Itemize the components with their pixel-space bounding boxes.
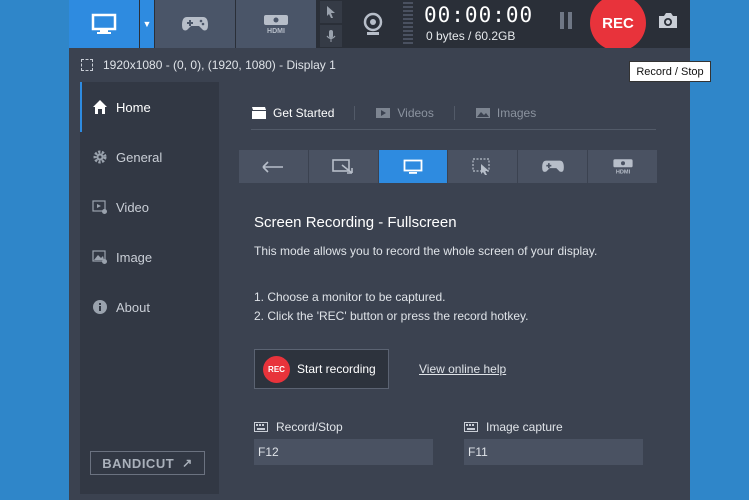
selection-area-icon [81,59,93,71]
capture-area-bar: 1920x1080 - (0, 0), (1920, 1080) - Displ… [69,48,690,82]
rec-button[interactable]: REC [590,0,646,51]
hdmi-mode-button[interactable]: HDMI [236,0,316,48]
tab-get-started[interactable]: Get Started [251,102,354,124]
gamepad-icon [182,17,208,31]
keyboard-icon [464,422,478,432]
mode-game-button[interactable] [518,150,588,183]
main-content: Get Started Videos Images HDMI Screen Re… [219,82,690,494]
image-settings-icon [92,250,107,264]
mode-fullscreen-button[interactable] [378,150,448,183]
content-tabs: Get Started Videos Images [251,102,656,130]
chevron-down-icon: ▼ [142,19,152,29]
instruction-step-1: 1. Choose a monitor to be captured. [254,290,446,304]
image-icon [475,108,490,118]
hotkey-image-field[interactable]: F11 [464,439,643,465]
recording-timer: 00:00:00 [424,3,534,27]
pause-button[interactable] [556,12,576,32]
webcam-icon [363,12,382,35]
audio-controls [320,0,342,48]
back-button[interactable] [239,150,308,183]
external-link-icon: ↗ [182,456,193,470]
sidebar: Home General Video Image About BANDICUT … [80,82,219,494]
mode-hdmi-button[interactable]: HDMI [588,150,657,183]
top-toolbar: ▼ HDMI 00:00:00 0 bytes / 60.2GB REC [69,0,690,51]
monitor-icon [91,13,117,34]
hotkey-record-label: Record/Stop [254,420,343,434]
sidebar-item-label: Image [116,249,153,265]
arrow-left-icon [262,160,284,173]
bandicam-window: ▼ HDMI 00:00:00 0 bytes / 60.2GB REC 192… [69,0,690,500]
sidebar-item-video[interactable]: Video [80,182,219,232]
screenshot-button[interactable] [657,11,679,33]
video-icon [376,108,391,118]
sidebar-item-label: Video [116,199,150,215]
video-settings-icon [92,200,107,214]
pause-icon [560,12,564,29]
hdmi-icon: HDMI [612,159,633,175]
screen-mode-button[interactable] [69,0,139,48]
webcam-button[interactable] [345,0,400,48]
recording-mode-bar: HDMI [239,150,657,183]
mode-rectangle-button[interactable] [308,150,378,183]
bandicut-button[interactable]: BANDICUT ↗ [90,451,205,475]
monitor-icon [403,159,423,174]
sidebar-item-general[interactable]: General [80,132,219,182]
cursor-effect-icon[interactable] [320,1,342,23]
bandicut-logo: BANDICUT [102,455,175,471]
start-recording-label: Start recording [297,362,376,376]
toolbar-divider [403,2,413,46]
rec-tooltip: Record / Stop [629,61,711,82]
mouse-area-icon [472,157,490,175]
gear-icon [93,150,107,164]
hdmi-icon: HDMI [264,15,288,34]
mode-heading: Screen Recording - Fullscreen [254,214,457,231]
online-help-link[interactable]: View online help [419,362,506,376]
sidebar-item-image[interactable]: Image [80,232,219,282]
mode-around-mouse-button[interactable] [448,150,518,183]
clapperboard-icon [252,107,266,119]
capture-area-text: 1920x1080 - (0, 0), (1920, 1080) - Displ… [103,58,336,72]
microphone-icon[interactable] [320,25,342,47]
hotkey-image-label: Image capture [464,420,563,434]
file-size-status: 0 bytes / 60.2GB [426,29,516,43]
tab-videos[interactable]: Videos [375,102,453,124]
instruction-step-2: 2. Click the 'REC' button or press the r… [254,309,529,323]
sidebar-item-label: General [116,149,163,165]
game-mode-button[interactable] [155,0,235,48]
mode-description: This mode allows you to record the whole… [254,244,598,258]
info-icon [93,300,107,314]
mode-dropdown-button[interactable]: ▼ [140,0,154,48]
svg-text:HDMI: HDMI [267,28,285,34]
sidebar-item-home[interactable]: Home [80,82,219,132]
camera-icon [659,13,677,28]
home-icon [93,100,107,114]
svg-text:HDMI: HDMI [615,170,630,175]
keyboard-icon [254,422,268,432]
start-recording-button[interactable]: REC Start recording [254,349,389,389]
tab-images[interactable]: Images [475,102,556,124]
hotkey-record-field[interactable]: F12 [254,439,433,465]
rectangle-area-icon [332,158,354,174]
sidebar-item-label: Home [116,99,151,115]
sidebar-item-about[interactable]: About [80,282,219,332]
rec-icon: REC [263,355,290,383]
sidebar-item-label: About [116,299,150,315]
gamepad-icon [541,160,564,172]
